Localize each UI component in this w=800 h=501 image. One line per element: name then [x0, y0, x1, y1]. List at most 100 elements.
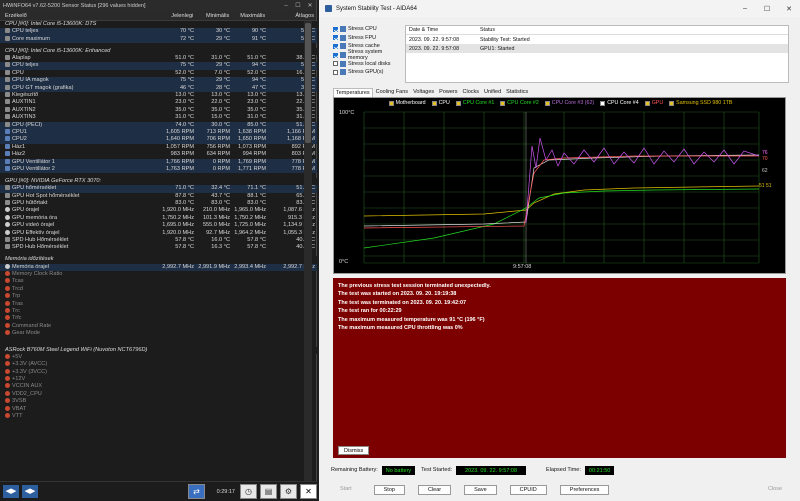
checkbox[interactable] [333, 35, 338, 41]
sensor-row[interactable]: Trc [0, 308, 317, 315]
sensor-row[interactable]: CPU2 1,640 RPM 706 RPM 1,650 RPM 1,168 RPM [0, 136, 317, 144]
sensor-row[interactable]: Memory Clock Ratio [0, 271, 317, 278]
sensor-row[interactable]: Kiegészítő13.0 °C13.0 °C13.0 °C13.0 °C [0, 92, 317, 99]
sensor-row[interactable]: CPU (PECI)74.0 °C30.0 °C85.0 °C51.6 °C [0, 121, 317, 129]
stress-option[interactable]: Stress CPU [333, 25, 403, 34]
sensor-row[interactable]: +3.3V (3VCC) [0, 369, 317, 376]
sensor-row[interactable]: Ház11,057 RPM756 RPM1,073 RPM892 RPM [0, 144, 317, 151]
sensor-row[interactable]: VCCIN AUX [0, 383, 317, 390]
log-row[interactable]: 2023. 09. 22. 9:57:08 GPU1: Started [406, 44, 788, 53]
sensor-row[interactable]: VBAT [0, 406, 317, 413]
checkbox[interactable] [333, 52, 338, 58]
sensor-row[interactable]: AUXTIN123.0 °C22.0 °C23.0 °C22.4 °C [0, 99, 317, 106]
sensor-row[interactable]: VDD2_CPU [0, 391, 317, 398]
cpuid-button[interactable]: CPUID [509, 485, 547, 495]
stress-option[interactable]: Stress FPU [333, 34, 403, 43]
sensor-icon [5, 92, 10, 98]
sensor-row[interactable]: GPU Ventillátor 1 1,766 RPM 0 RPM 1,769 RPM… [0, 158, 317, 166]
sensor-row[interactable]: Memória órajel 2,992.7 MHz 2,991.9 MHz 2,99… [0, 263, 317, 271]
section-title[interactable]: CPU [#0]: Intel Core i5-13600K: DTS [0, 21, 160, 28]
sensor-row[interactable]: CPU teljes75 °C29 °C94 °C52 °C [0, 62, 317, 70]
sensor-row[interactable]: SPD Hub Hőmérséklet 57.8 °C 16.0 °C 57.8 °C… [0, 237, 317, 244]
start-button[interactable]: Start [331, 485, 361, 495]
close-button[interactable]: Close [759, 485, 791, 495]
sensor-row[interactable]: SPD Hub Hőmérséklet 57.8 °C 16.3 °C 57.8 °C… [0, 244, 317, 251]
sensor-row[interactable]: Trfc [0, 315, 317, 322]
sensor-row[interactable]: Command Rate [0, 323, 317, 330]
sensor-row[interactable]: 3VSB [0, 398, 317, 405]
close-icon[interactable]: ✕ [304, 2, 316, 9]
sensor-row[interactable]: Ház2983 RPM634 RPM994 RPM803 RPM [0, 151, 317, 158]
nav-left-icon[interactable]: ◀▶ [3, 485, 19, 498]
checkbox[interactable] [333, 61, 338, 67]
sensor-row[interactable]: Tcas [0, 278, 317, 285]
sensor-row[interactable]: AUXTIN235.0 °C35.0 °C35.0 °C35.0 °C [0, 107, 317, 114]
sensor-row[interactable]: GPU hőmérséklet 71.0 °C 32.4 °C 71.1 °C 51.4… [0, 185, 317, 193]
save-button[interactable]: Save [464, 485, 497, 495]
settings-icon[interactable]: ⚙ [280, 484, 297, 499]
sensor-row[interactable]: GPU Ventillátor 2 1,763 RPM 0 RPM 1,771 RPM… [0, 165, 317, 174]
sensor-row[interactable]: CPU teljes70 °C30 °C90 °C52 °C [0, 28, 317, 36]
sensor-row[interactable]: AUXTIN331.0 °C15.0 °C31.0 °C31.0 °C [0, 114, 317, 121]
tab[interactable]: Clocks [461, 88, 482, 97]
checkbox[interactable] [333, 43, 338, 49]
col-max[interactable]: Maximális [231, 13, 267, 19]
minimize-icon[interactable]: – [734, 5, 756, 12]
close-button-icon[interactable]: ✕ [300, 484, 317, 499]
checkbox[interactable] [333, 69, 338, 75]
minimize-icon[interactable]: – [280, 3, 292, 9]
stop-button[interactable]: Stop [373, 485, 405, 495]
sensor-row[interactable]: GPU órajel 1,920.0 MHz 210.0 MHz 1,965.0 MH… [0, 207, 317, 214]
section-title[interactable]: GPU [#0]: NVIDIA GeForce RTX 3070: [0, 178, 160, 185]
section-title[interactable]: ASRock B760M Steel Legend WiFi (Nuvoton … [0, 347, 160, 354]
sensor-row[interactable]: GPU videó órajel 1,695.0 MHz 555.0 MHz 1,72… [0, 222, 317, 229]
sensor-row[interactable]: Trcd [0, 286, 317, 293]
sensor-row[interactable]: GPU Effektív órajel 1,920.0 MHz 92.7 MHz 1,… [0, 230, 317, 237]
col-min[interactable]: Minimális [195, 13, 231, 19]
scrollbar-thumb[interactable] [305, 23, 311, 143]
close-icon[interactable]: ✕ [778, 5, 800, 13]
sensor-row[interactable]: +12V [0, 376, 317, 383]
sensor-row[interactable]: CPU1 1,605 RPM 713 RPM 1,638 RPM 1,166 RPM [0, 128, 317, 137]
dismiss-button[interactable]: Dismiss [338, 446, 370, 455]
maximize-icon[interactable]: ☐ [292, 2, 304, 9]
section-title[interactable]: Memória időzítések [0, 256, 160, 263]
col-current[interactable]: Jelenlegi [159, 13, 195, 19]
tab[interactable]: Voltages [411, 88, 436, 97]
tab[interactable]: Statistics [504, 88, 530, 97]
sensor-row[interactable]: Tras [0, 301, 317, 308]
sensor-row[interactable]: GPU Hot Spot hőmérséklet 87.8 °C 43.7 °C 88… [0, 193, 317, 200]
sensor-row[interactable]: CPU GT magok (grafika)46 °C28 °C47 °C37 … [0, 84, 317, 93]
sensor-row[interactable]: +3.3V (AVCC) [0, 361, 317, 368]
nav-right-icon[interactable]: ◀▶ [22, 485, 38, 498]
stress-option[interactable]: Stress GPU(s) [333, 68, 403, 77]
tab[interactable]: Temperatures [333, 88, 373, 97]
maximize-icon[interactable]: ☐ [756, 5, 778, 13]
sensor-row[interactable]: +5V [0, 354, 317, 361]
log-row[interactable]: 2023. 09. 22. 9:57:08 Stability Test: St… [406, 35, 788, 44]
sensor-row[interactable]: GPU hűtőrtakt83.0 °C83.0 °C83.0 °C83.0 °… [0, 200, 317, 207]
sensor-table: CPU [#0]: Intel Core i5-13600K: DTS CPU t… [0, 21, 317, 420]
report-icon[interactable]: ▤ [260, 484, 277, 499]
sensor-row[interactable]: VTT [0, 413, 317, 420]
sensor-row[interactable]: GPU memória óra 1,750.2 MHz 101.3 MHz 1,750… [0, 215, 317, 222]
sensor-row[interactable]: CPU IA magok75 °C29 °C94 °C52 °C [0, 77, 317, 85]
checkbox[interactable] [333, 26, 338, 32]
col-sensor[interactable]: Érzékelő [0, 13, 159, 19]
preferences-button[interactable]: Preferences [559, 485, 610, 495]
sensor-row[interactable]: CPU52.0 °C7.0 °C52.0 °C16.5 °C [0, 70, 317, 77]
sensor-row[interactable]: Trp [0, 293, 317, 300]
sensor-row[interactable]: Core maximum72 °C29 °C91 °C52 °C [0, 35, 317, 44]
stress-option[interactable]: Stress system memory [333, 49, 403, 61]
tab[interactable]: Powers [437, 88, 459, 97]
col-avg[interactable]: Átlagos [267, 13, 316, 19]
clear-button[interactable]: Clear [417, 485, 452, 495]
tab[interactable]: Cooling Fans [374, 88, 410, 97]
sensor-row[interactable]: Alaplap51.0 °C31.0 °C51.0 °C38.7 °C [0, 55, 317, 62]
hwinfo-scrollbar[interactable] [304, 21, 312, 481]
tab[interactable]: Unified [482, 88, 503, 97]
clock-icon[interactable]: ◷ [240, 484, 257, 499]
sensor-row[interactable]: Gear Mode [0, 330, 317, 337]
network-icon[interactable]: ⇄ [188, 484, 205, 499]
section-title[interactable]: CPU [#0]: Intel Core i5-13600K: Enhanced [0, 48, 160, 55]
